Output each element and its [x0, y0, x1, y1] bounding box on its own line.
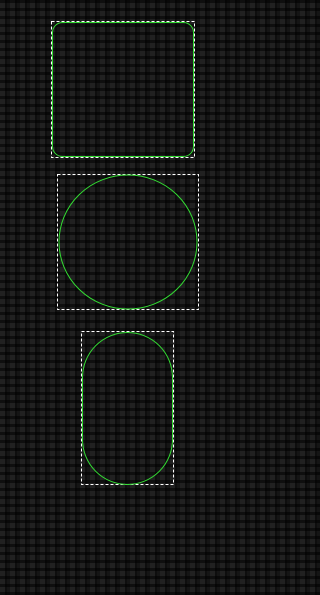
shape-pill[interactable] — [81, 331, 174, 485]
rounded-rectangle-outline[interactable] — [52, 22, 194, 157]
pill-outline[interactable] — [82, 332, 173, 485]
shape-rounded-rectangle[interactable] — [51, 21, 195, 158]
circle-outline[interactable] — [58, 174, 198, 310]
selection-box[interactable] — [81, 331, 174, 485]
shape-circle[interactable] — [57, 174, 199, 310]
selection-box[interactable] — [51, 21, 195, 158]
design-canvas[interactable] — [0, 0, 255, 595]
